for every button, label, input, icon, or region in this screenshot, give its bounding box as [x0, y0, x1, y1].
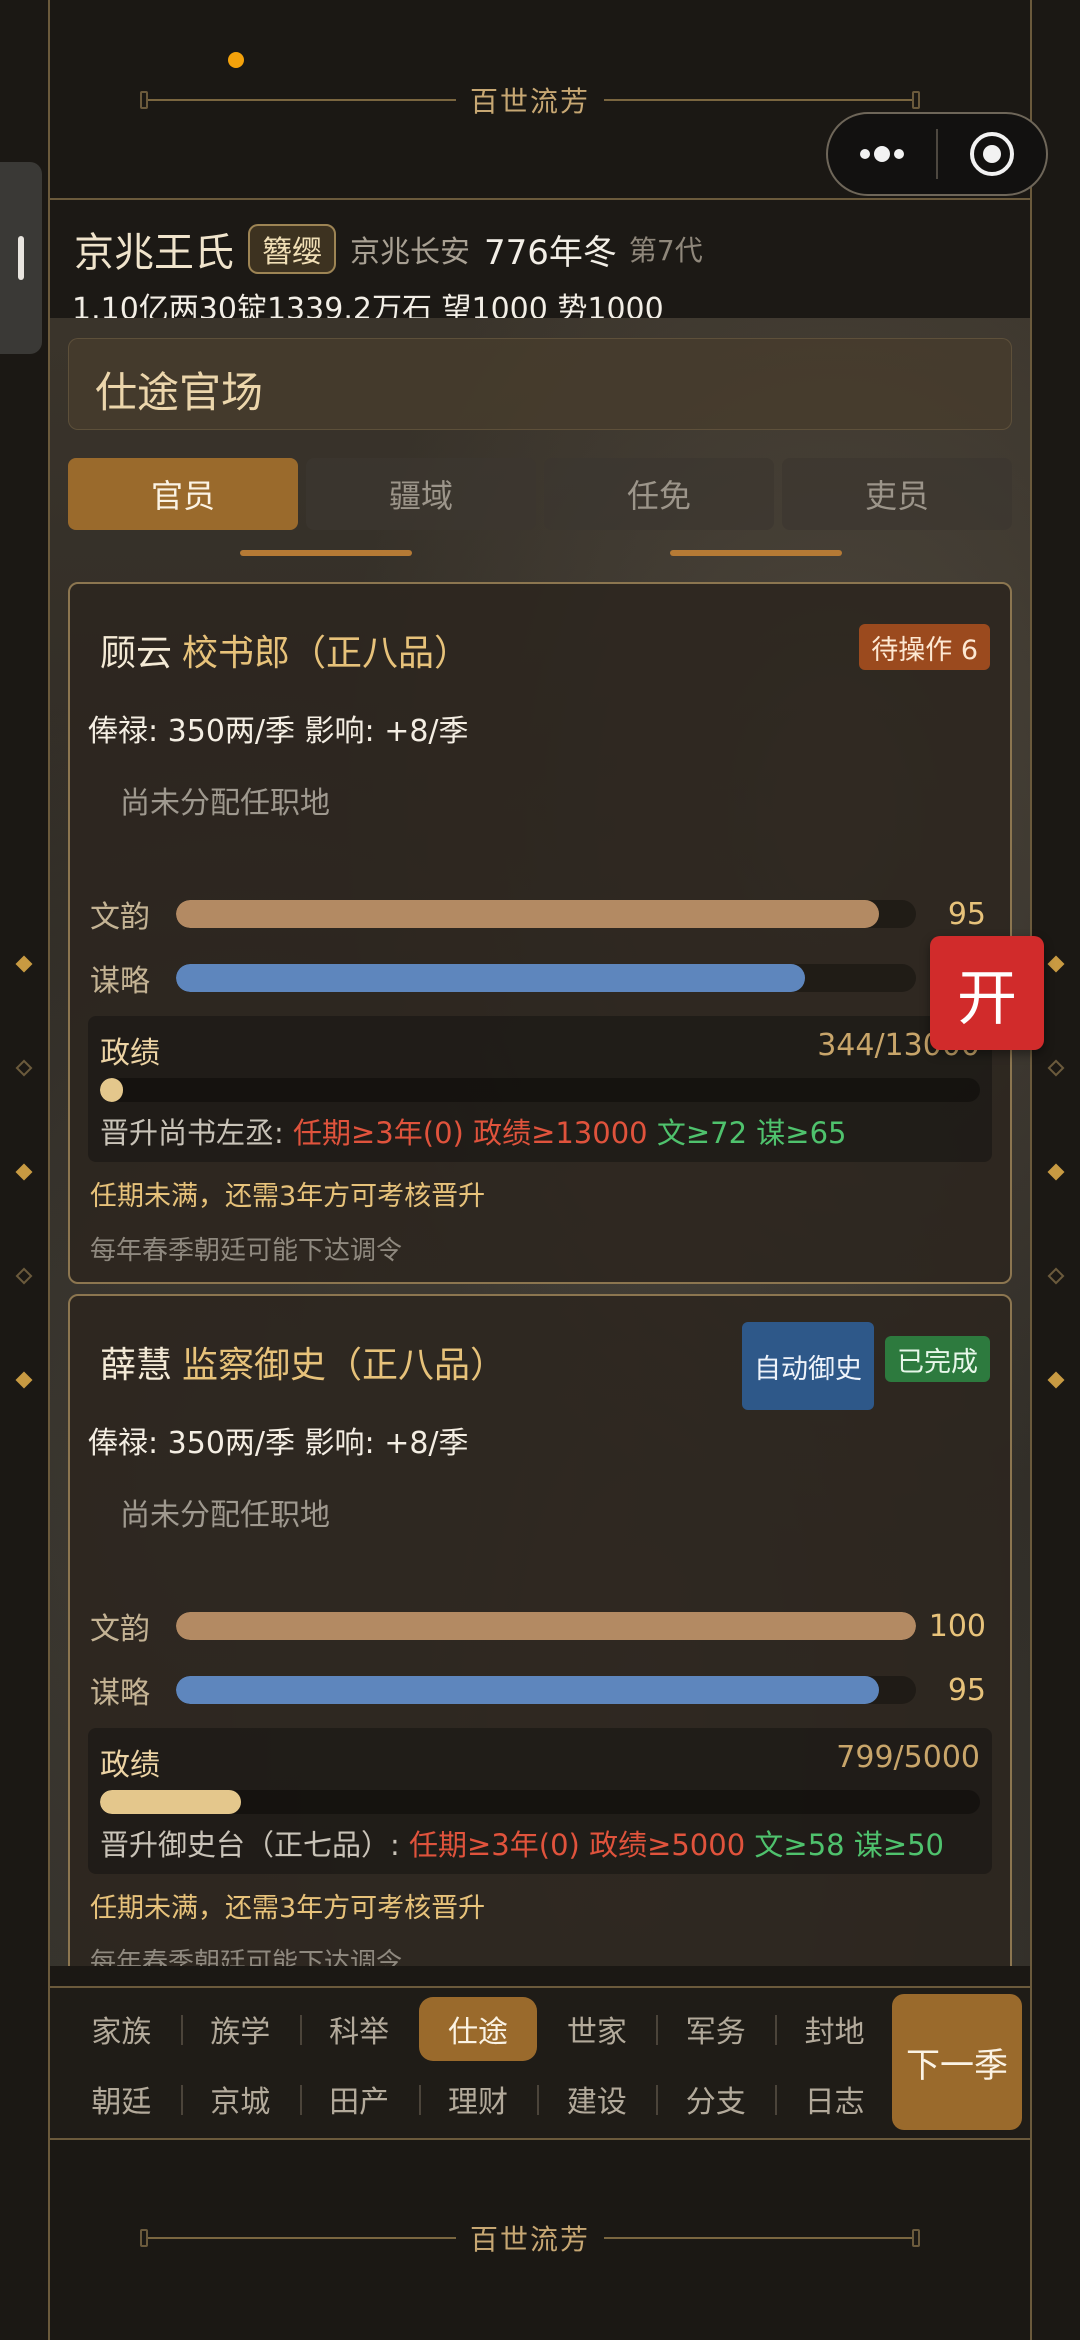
stat-fill: [176, 964, 805, 992]
performance-fill: [100, 1078, 124, 1102]
nav-capital[interactable]: 京城: [180, 2067, 300, 2131]
target-icon: [970, 132, 1014, 176]
bottom-banner: 百世流芳: [140, 2223, 921, 2256]
main-content: 仕途官场 官员 疆域 任免 吏员 顾云 校书郎（正八品） 待操作 6 俸禄: 35…: [50, 318, 1030, 1966]
nav-military[interactable]: 军务: [656, 1997, 775, 2061]
open-float-button[interactable]: 开: [930, 936, 1044, 1050]
nav-estates[interactable]: 田产: [299, 2067, 419, 2131]
miniprogram-capsule: [826, 112, 1048, 196]
nav-branches[interactable]: 分支: [656, 2067, 775, 2131]
year-text: 776年冬: [484, 232, 617, 273]
transfer-note: 每年春季朝廷可能下达调令: [90, 1236, 403, 1266]
posting-text: 尚未分配任职地: [120, 1498, 330, 1533]
performance-value: 799/5000: [836, 1740, 980, 1775]
clan-name: 京兆王氏: [74, 230, 234, 276]
status-header: 京兆王氏 簪缨 京兆长安 776年冬 第7代 1.10亿两30锭1339.2万石…: [50, 198, 1030, 327]
clan-title-badge: 簪缨: [248, 224, 336, 274]
official-title: 顾云 校书郎（正八品）: [100, 624, 470, 676]
stat-value: 95: [947, 896, 986, 932]
nav-finance[interactable]: 理财: [418, 2067, 538, 2131]
stat-value: 100: [928, 1608, 986, 1644]
next-season-button[interactable]: 下一季: [892, 1994, 1022, 2130]
generation-text: 第7代: [628, 234, 703, 267]
page-title: 仕途官场: [95, 368, 264, 417]
stat-mou: 谋略 95: [90, 1668, 990, 1712]
bottom-banner-text: 百世流芳: [470, 2223, 591, 2256]
performance-fill: [100, 1790, 241, 1814]
nav-court[interactable]: 朝廷: [62, 2067, 181, 2131]
tab-underline: [240, 550, 412, 556]
tab-clerks[interactable]: 吏员: [782, 458, 1012, 530]
nav-noble-families[interactable]: 世家: [537, 1997, 656, 2061]
stat-label: 谋略: [90, 1676, 150, 1711]
performance-label: 政绩: [100, 1036, 160, 1071]
salary-influence-text: 俸禄: 350两/季 影响: +8/季: [88, 1426, 469, 1461]
nav-career[interactable]: 仕途: [418, 1997, 538, 2061]
performance-label: 政绩: [100, 1748, 160, 1783]
nav-clan-school[interactable]: 族学: [180, 1997, 300, 2061]
stat-fill: [176, 1676, 879, 1704]
notification-dot: [228, 52, 244, 68]
location-text: 京兆长安: [350, 235, 470, 270]
more-button[interactable]: [828, 114, 936, 194]
official-rank: 监察御史（正八品）: [182, 1345, 507, 1386]
stat-label: 文韵: [90, 900, 150, 935]
official-card[interactable]: 顾云 校书郎（正八品） 待操作 6 俸禄: 350两/季 影响: +8/季 尚未分…: [68, 582, 1012, 1284]
stat-mou: 谋略 85: [90, 956, 990, 1000]
performance-panel: 政绩 344/13000 晋升尚书左丞: 任期≥3年(0) 政绩≥13000 文…: [88, 1016, 992, 1162]
official-title: 薛慧 监察御史（正八品）: [100, 1336, 506, 1388]
sub-tabs: 官员 疆域 任免 吏员: [68, 458, 1012, 530]
official-name: 薛慧: [100, 1345, 173, 1386]
nav-family[interactable]: 家族: [62, 1997, 181, 2061]
side-drawer-handle[interactable]: [0, 162, 42, 354]
page-title-box: 仕途官场: [68, 338, 1012, 430]
tab-officials[interactable]: 官员: [68, 458, 298, 530]
promotion-requirements: 晋升尚书左丞: 任期≥3年(0) 政绩≥13000 文≥72 谋≥65: [100, 1116, 847, 1150]
posting-text: 尚未分配任职地: [120, 786, 330, 821]
tab-territory[interactable]: 疆域: [306, 458, 536, 530]
tab-appointments[interactable]: 任免: [544, 458, 774, 530]
pending-actions-badge[interactable]: 待操作 6: [859, 624, 990, 670]
tab-underline: [670, 550, 842, 556]
stat-fill: [176, 1612, 916, 1640]
completed-badge: 已完成: [885, 1336, 990, 1382]
more-dots-icon: [860, 146, 904, 162]
performance-panel: 政绩 799/5000 晋升御史台（正七品）: 任期≥3年(0) 政绩≥5000…: [88, 1728, 992, 1874]
close-miniprogram-button[interactable]: [938, 114, 1046, 194]
term-warning: 任期未满，还需3年方可考核晋升: [90, 1893, 486, 1924]
left-side-ornament: [15, 912, 33, 1432]
right-side-ornament: [1047, 912, 1065, 1432]
nav-construction[interactable]: 建设: [537, 2067, 656, 2131]
stat-label: 文韵: [90, 1612, 150, 1647]
nav-exam[interactable]: 科举: [299, 1997, 419, 2061]
nav-fief[interactable]: 封地: [775, 1997, 894, 2061]
promotion-requirements: 晋升御史台（正七品）: 任期≥3年(0) 政绩≥5000 文≥58 谋≥50: [100, 1828, 945, 1862]
stat-label: 谋略: [90, 964, 150, 999]
official-card[interactable]: 薛慧 监察御史（正八品） 自动御史 已完成 俸禄: 350两/季 影响: +8/季…: [68, 1294, 1012, 1966]
top-banner-text: 百世流芳: [470, 85, 591, 118]
auto-censor-button[interactable]: 自动御史: [742, 1322, 874, 1410]
stat-value: 95: [947, 1672, 986, 1708]
stat-wen: 文韵 100: [90, 1604, 990, 1648]
stat-wen: 文韵 95: [90, 892, 990, 936]
bottom-nav: 家族 族学 科举 仕途 世家 军务 封地 朝廷 京城 田产 理财 建设 分支 日…: [50, 1986, 1030, 2140]
top-banner: 百世流芳: [140, 85, 921, 118]
term-warning: 任期未满，还需3年方可考核晋升: [90, 1181, 486, 1212]
official-name: 顾云: [100, 633, 173, 674]
nav-log[interactable]: 日志: [775, 2067, 894, 2131]
stat-fill: [176, 900, 879, 928]
official-rank: 校书郎（正八品）: [182, 633, 471, 674]
salary-influence-text: 俸禄: 350两/季 影响: +8/季: [88, 714, 469, 749]
transfer-note: 每年春季朝廷可能下达调令: [90, 1948, 403, 1966]
